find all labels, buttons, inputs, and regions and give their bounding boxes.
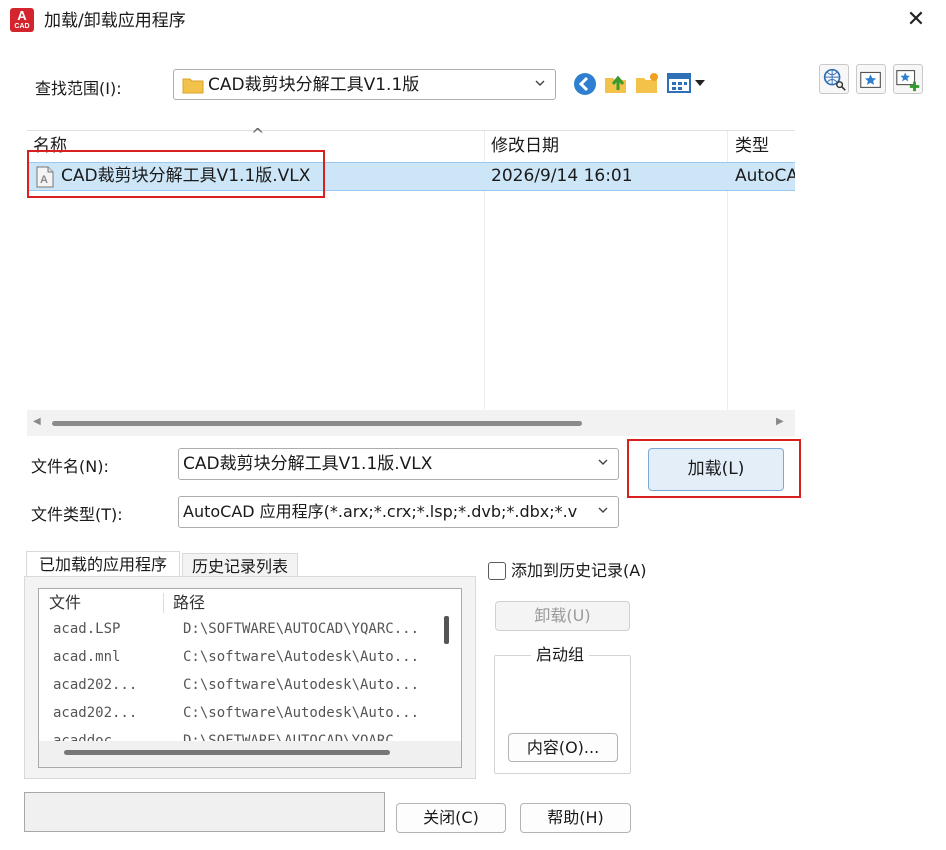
chevron-down-icon [535, 80, 545, 86]
add-history-checkbox[interactable] [488, 562, 506, 580]
new-folder-icon[interactable] [634, 70, 660, 96]
loaded-app-path: D:\SOFTWARE\AUTOCAD\YQARC... [183, 621, 420, 637]
column-header-modified[interactable]: 修改日期 [491, 131, 731, 161]
close-button[interactable]: 关闭(C) [396, 803, 506, 833]
folder-icon [182, 78, 204, 94]
search-range-value: CAD裁剪块分解工具V1.1版 [208, 75, 420, 95]
loaded-app-file: acad.mnl [53, 649, 121, 665]
loaded-app-row[interactable]: acaddoc... D:\SOFTWARE\AUTOCAD\YQARC... [39, 731, 443, 741]
file-type-value: AutoCAD 应用程序(*.arx;*.crx;*.lsp;*.dvb;*.d… [183, 502, 578, 521]
file-type-dropdown[interactable]: AutoCAD 应用程序(*.arx;*.crx;*.lsp;*.dvb;*.d… [178, 496, 619, 528]
loaded-apps-vscroll-thumb[interactable] [444, 616, 449, 644]
autocad-app-icon: A CAD [10, 8, 34, 32]
loaded-app-path: D:\SOFTWARE\AUTOCAD\YQARC... [183, 733, 420, 741]
add-favorites-icon [896, 70, 920, 92]
loaded-app-path: C:\software\Autodesk\Auto... [183, 649, 420, 665]
add-history-label[interactable]: 添加到历史记录(A) [511, 559, 646, 583]
scroll-right-icon[interactable]: ▶ [776, 416, 784, 427]
close-icon[interactable]: ✕ [902, 6, 930, 34]
loaded-apps-list[interactable]: 文件 路径 acad.LSP D:\SOFTWARE\AUTOCAD\YQARC… [38, 588, 462, 768]
globe-search-icon [823, 68, 846, 91]
highlight-box-file [27, 150, 325, 198]
sort-ascending-icon: ^ [251, 125, 265, 144]
file-type-cell: AutoCAD [735, 166, 795, 186]
loaded-app-file: acad202... [53, 705, 138, 721]
highlight-box-load [627, 439, 801, 498]
column-header-type[interactable]: 类型 [735, 131, 795, 161]
up-folder-icon[interactable] [603, 70, 629, 96]
add-to-favorites-button[interactable] [893, 64, 923, 94]
chevron-down-icon [598, 507, 608, 513]
search-range-label: 查找范围(I): [35, 79, 122, 98]
window-title: 加载/卸载应用程序 [44, 11, 186, 31]
scroll-left-icon[interactable]: ◀ [33, 416, 41, 427]
loaded-apps-hscroll-thumb[interactable] [64, 750, 390, 755]
column-header-path[interactable]: 路径 [173, 591, 205, 615]
contents-button[interactable]: 内容(O)... [508, 733, 618, 762]
back-icon[interactable] [572, 71, 598, 97]
web-search-button[interactable] [819, 64, 849, 94]
favorites-folder-icon [860, 71, 881, 88]
column-divider [163, 593, 164, 613]
loaded-app-path: C:\software\Autodesk\Auto... [183, 705, 420, 721]
scrollbar-thumb[interactable] [52, 421, 582, 426]
chevron-down-icon [598, 459, 608, 465]
loaded-app-path: C:\software\Autodesk\Auto... [183, 677, 420, 693]
file-type-label: 文件类型(T): [31, 505, 123, 524]
tab-loaded-apps[interactable]: 已加载的应用程序 [26, 551, 180, 579]
view-menu-icon[interactable] [666, 70, 706, 96]
file-name-label: 文件名(N): [31, 457, 109, 476]
startup-group-label: 启动组 [531, 643, 590, 667]
search-range-dropdown[interactable]: CAD裁剪块分解工具V1.1版 [173, 69, 556, 100]
loaded-app-file: acad202... [53, 677, 138, 693]
tab-history-list[interactable]: 历史记录列表 [182, 553, 298, 578]
help-button[interactable]: 帮助(H) [520, 803, 631, 833]
loaded-app-file: acad.LSP [53, 621, 121, 637]
status-display [24, 792, 385, 832]
file-modified-cell: 2026/9/14 16:01 [491, 166, 633, 186]
file-name-input[interactable]: CAD裁剪块分解工具V1.1版.VLX [178, 448, 619, 480]
favorites-button[interactable] [856, 64, 886, 94]
loaded-app-file: acaddoc... [53, 733, 138, 741]
file-name-value: CAD裁剪块分解工具V1.1版.VLX [183, 454, 433, 474]
unload-button[interactable]: 卸载(U) [495, 601, 630, 631]
column-header-file[interactable]: 文件 [49, 591, 81, 615]
